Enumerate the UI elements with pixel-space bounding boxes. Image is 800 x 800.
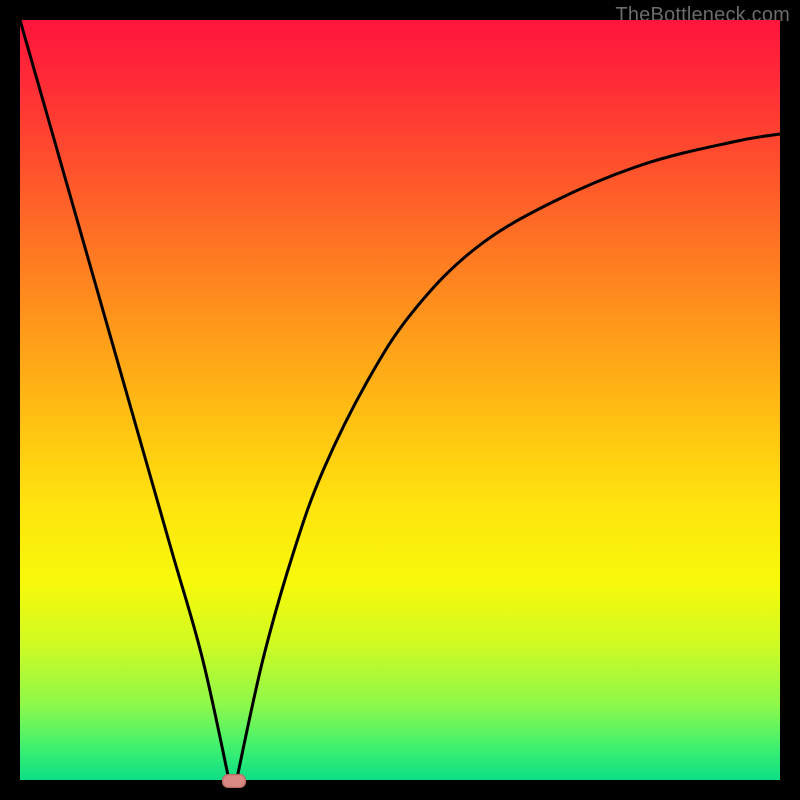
bottleneck-marker [222, 774, 246, 788]
curve-left-branch [20, 20, 229, 780]
chart-curves [20, 20, 780, 780]
chart-frame [20, 20, 780, 780]
curve-right-branch [237, 134, 780, 780]
